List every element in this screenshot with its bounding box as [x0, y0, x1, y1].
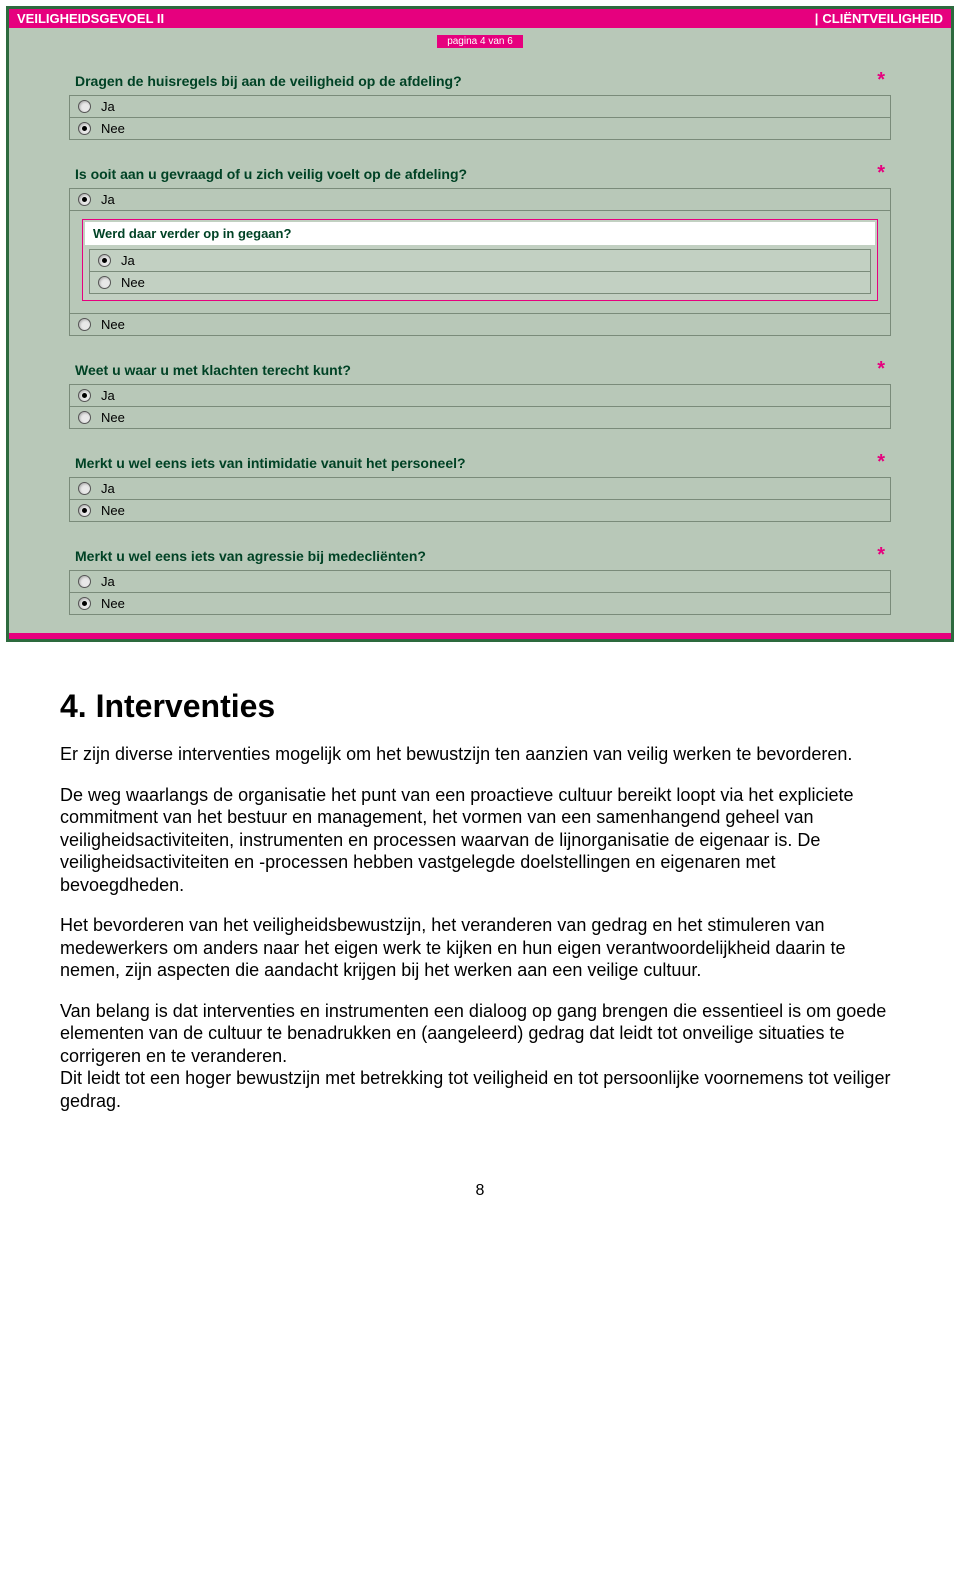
question-5-option-yes[interactable]: Ja: [70, 571, 890, 593]
option-label-no: Nee: [101, 596, 125, 611]
option-label-yes: Ja: [121, 253, 135, 268]
header-title-cap: V: [17, 11, 26, 26]
header-title: VEILIGHEIDSGEVOEL II: [17, 11, 164, 26]
question-3-option-yes[interactable]: Ja: [70, 385, 890, 407]
header-subtitle: |CLIËNTVEILIGHEID: [815, 11, 943, 26]
question-4-options: Ja Nee: [69, 477, 891, 522]
document-section: 4. Interventies Er zijn diverse interven…: [0, 648, 960, 1230]
header-title-rest: EILIGHEIDSGEVOEL: [26, 11, 154, 26]
option-label-yes: Ja: [101, 481, 115, 496]
question-4-option-yes[interactable]: Ja: [70, 478, 890, 500]
header-right-cap: C: [822, 11, 831, 26]
question-3-options: Ja Nee: [69, 384, 891, 429]
option-label-no: Nee: [101, 317, 125, 332]
radio-icon: [78, 411, 91, 424]
radio-icon: [98, 276, 111, 289]
nested-option-yes[interactable]: Ja: [90, 250, 870, 271]
option-label-yes: Ja: [101, 388, 115, 403]
question-1-option-yes[interactable]: Ja: [70, 96, 890, 118]
radio-icon: [78, 482, 91, 495]
nested-question: Werd daar verder op in gegaan? Ja Nee: [82, 219, 878, 301]
radio-icon: [78, 575, 91, 588]
question-4: Merkt u wel eens iets van intimidatie va…: [69, 455, 891, 522]
required-indicator: *: [877, 74, 885, 86]
radio-icon: [78, 100, 91, 113]
question-1: Dragen de huisregels bij aan de veilighe…: [69, 73, 891, 140]
option-label-no: Nee: [101, 410, 125, 425]
question-4-label: Merkt u wel eens iets van intimidatie va…: [75, 455, 466, 471]
option-label-no: Nee: [101, 121, 125, 136]
option-label-yes: Ja: [101, 99, 115, 114]
required-indicator: *: [877, 456, 885, 468]
question-5-option-no[interactable]: Nee: [70, 593, 890, 614]
page-number: 8: [60, 1182, 900, 1200]
radio-icon: [78, 504, 91, 517]
form-body: Dragen de huisregels bij aan de veilighe…: [9, 51, 951, 633]
required-indicator: *: [877, 363, 885, 375]
question-3: Weet u waar u met klachten terecht kunt?…: [69, 362, 891, 429]
section-heading: 4. Interventies: [60, 688, 900, 725]
option-label-yes: Ja: [101, 192, 115, 207]
form-container: VEILIGHEIDSGEVOEL II |CLIËNTVEILIGHEID p…: [6, 6, 954, 642]
paragraph-4a: Van belang is dat interventies en instru…: [60, 1001, 886, 1066]
radio-icon: [78, 318, 91, 331]
question-2: Is ooit aan u gevraagd of u zich veilig …: [69, 166, 891, 336]
question-2-option-no[interactable]: Nee: [70, 314, 890, 335]
paragraph-1: Er zijn diverse interventies mogelijk om…: [60, 743, 900, 766]
question-5: Merkt u wel eens iets van agressie bij m…: [69, 548, 891, 615]
radio-icon: [98, 254, 111, 267]
question-4-option-no[interactable]: Nee: [70, 500, 890, 521]
required-indicator: *: [877, 549, 885, 561]
nested-question-wrap: Werd daar verder op in gegaan? Ja Nee: [70, 211, 890, 314]
option-label-no: Nee: [121, 275, 145, 290]
header-separator: |: [815, 11, 819, 26]
paragraph-3: Het bevorderen van het veiligheidsbewust…: [60, 914, 900, 982]
nested-option-no[interactable]: Nee: [90, 271, 870, 293]
pager-label: pagina 4 van 6: [437, 35, 523, 48]
form-footer-bar: [9, 633, 951, 639]
question-1-label: Dragen de huisregels bij aan de veilighe…: [75, 73, 462, 89]
radio-icon: [78, 193, 91, 206]
question-1-options: Ja Nee: [69, 95, 891, 140]
question-1-option-no[interactable]: Nee: [70, 118, 890, 139]
required-indicator: *: [877, 167, 885, 179]
radio-icon: [78, 597, 91, 610]
option-label-no: Nee: [101, 503, 125, 518]
option-label-yes: Ja: [101, 574, 115, 589]
radio-icon: [78, 122, 91, 135]
question-5-options: Ja Nee: [69, 570, 891, 615]
question-2-option-yes[interactable]: Ja: [70, 189, 890, 211]
question-3-option-no[interactable]: Nee: [70, 407, 890, 428]
pager-row: pagina 4 van 6: [9, 28, 951, 51]
header-roman: II: [157, 11, 164, 26]
header-right-rest: LIËNTVEILIGHEID: [832, 11, 943, 26]
question-2-label: Is ooit aan u gevraagd of u zich veilig …: [75, 166, 467, 182]
nested-question-label: Werd daar verder op in gegaan?: [85, 222, 875, 245]
question-5-label: Merkt u wel eens iets van agressie bij m…: [75, 548, 426, 564]
question-3-label: Weet u waar u met klachten terecht kunt?: [75, 362, 351, 378]
question-2-options: Ja Werd daar verder op in gegaan? Ja: [69, 188, 891, 336]
radio-icon: [78, 389, 91, 402]
form-header: VEILIGHEIDSGEVOEL II |CLIËNTVEILIGHEID: [9, 9, 951, 28]
paragraph-2: De weg waarlangs de organisatie het punt…: [60, 784, 900, 897]
paragraph-4b: Dit leidt tot een hoger bewustzijn met b…: [60, 1068, 890, 1111]
